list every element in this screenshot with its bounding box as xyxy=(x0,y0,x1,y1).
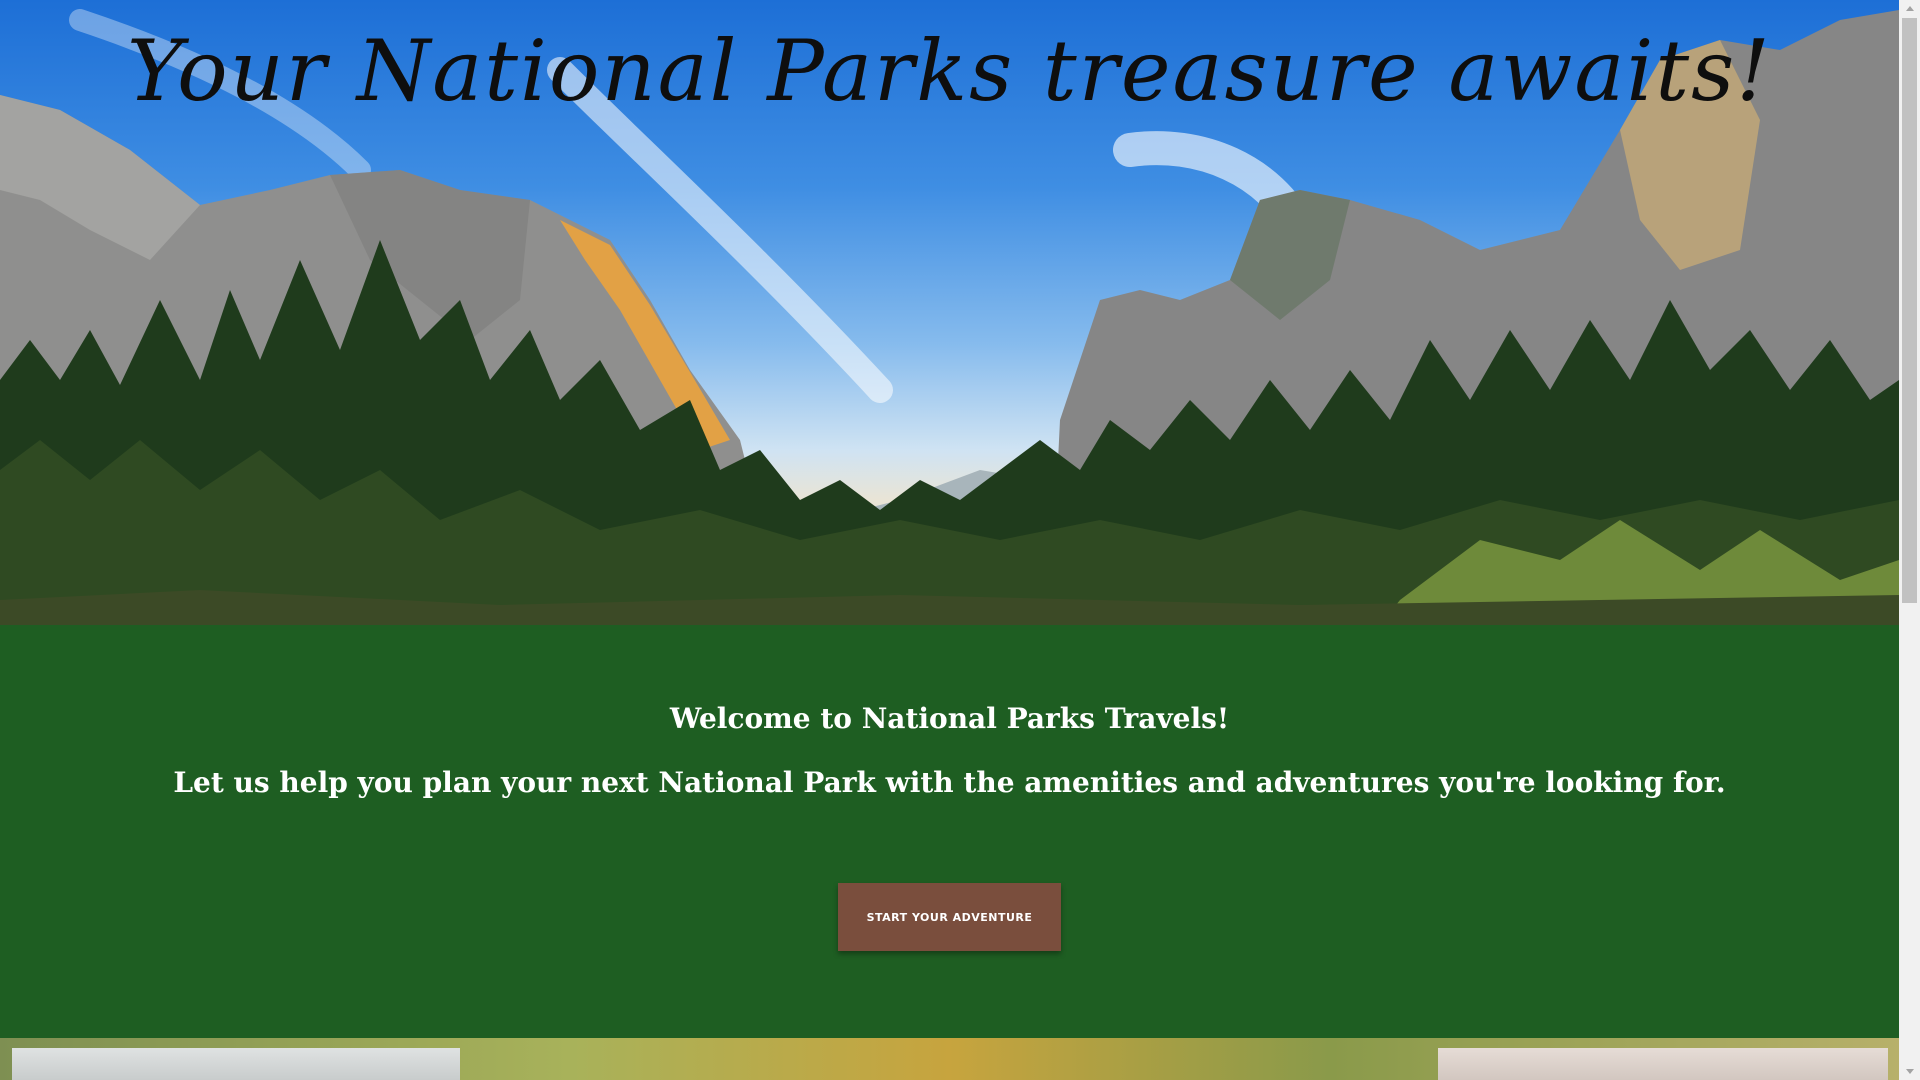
vertical-scrollbar[interactable] xyxy=(1899,0,1920,1080)
scroll-up-button[interactable] xyxy=(1899,0,1920,17)
scroll-down-button[interactable] xyxy=(1899,1063,1920,1080)
start-adventure-button[interactable]: START YOUR ADVENTURE xyxy=(838,883,1061,951)
welcome-heading: Welcome to National Parks Travels! xyxy=(669,702,1230,735)
gallery-strip xyxy=(0,1038,1899,1080)
chevron-down-icon xyxy=(1905,1069,1914,1074)
gallery-image-right[interactable] xyxy=(1438,1048,1888,1080)
welcome-section: Welcome to National Parks Travels! Let u… xyxy=(0,625,1899,1038)
scrollbar-thumb[interactable] xyxy=(1902,18,1917,603)
hero-banner: Your National Parks treasure awaits! xyxy=(0,0,1899,625)
page: Your National Parks treasure awaits! Wel… xyxy=(0,0,1899,1080)
gallery-image-left[interactable] xyxy=(12,1048,460,1080)
chevron-up-icon xyxy=(1905,6,1914,11)
welcome-subheading: Let us help you plan your next National … xyxy=(173,766,1726,799)
hero-title: Your National Parks treasure awaits! xyxy=(127,22,1772,120)
